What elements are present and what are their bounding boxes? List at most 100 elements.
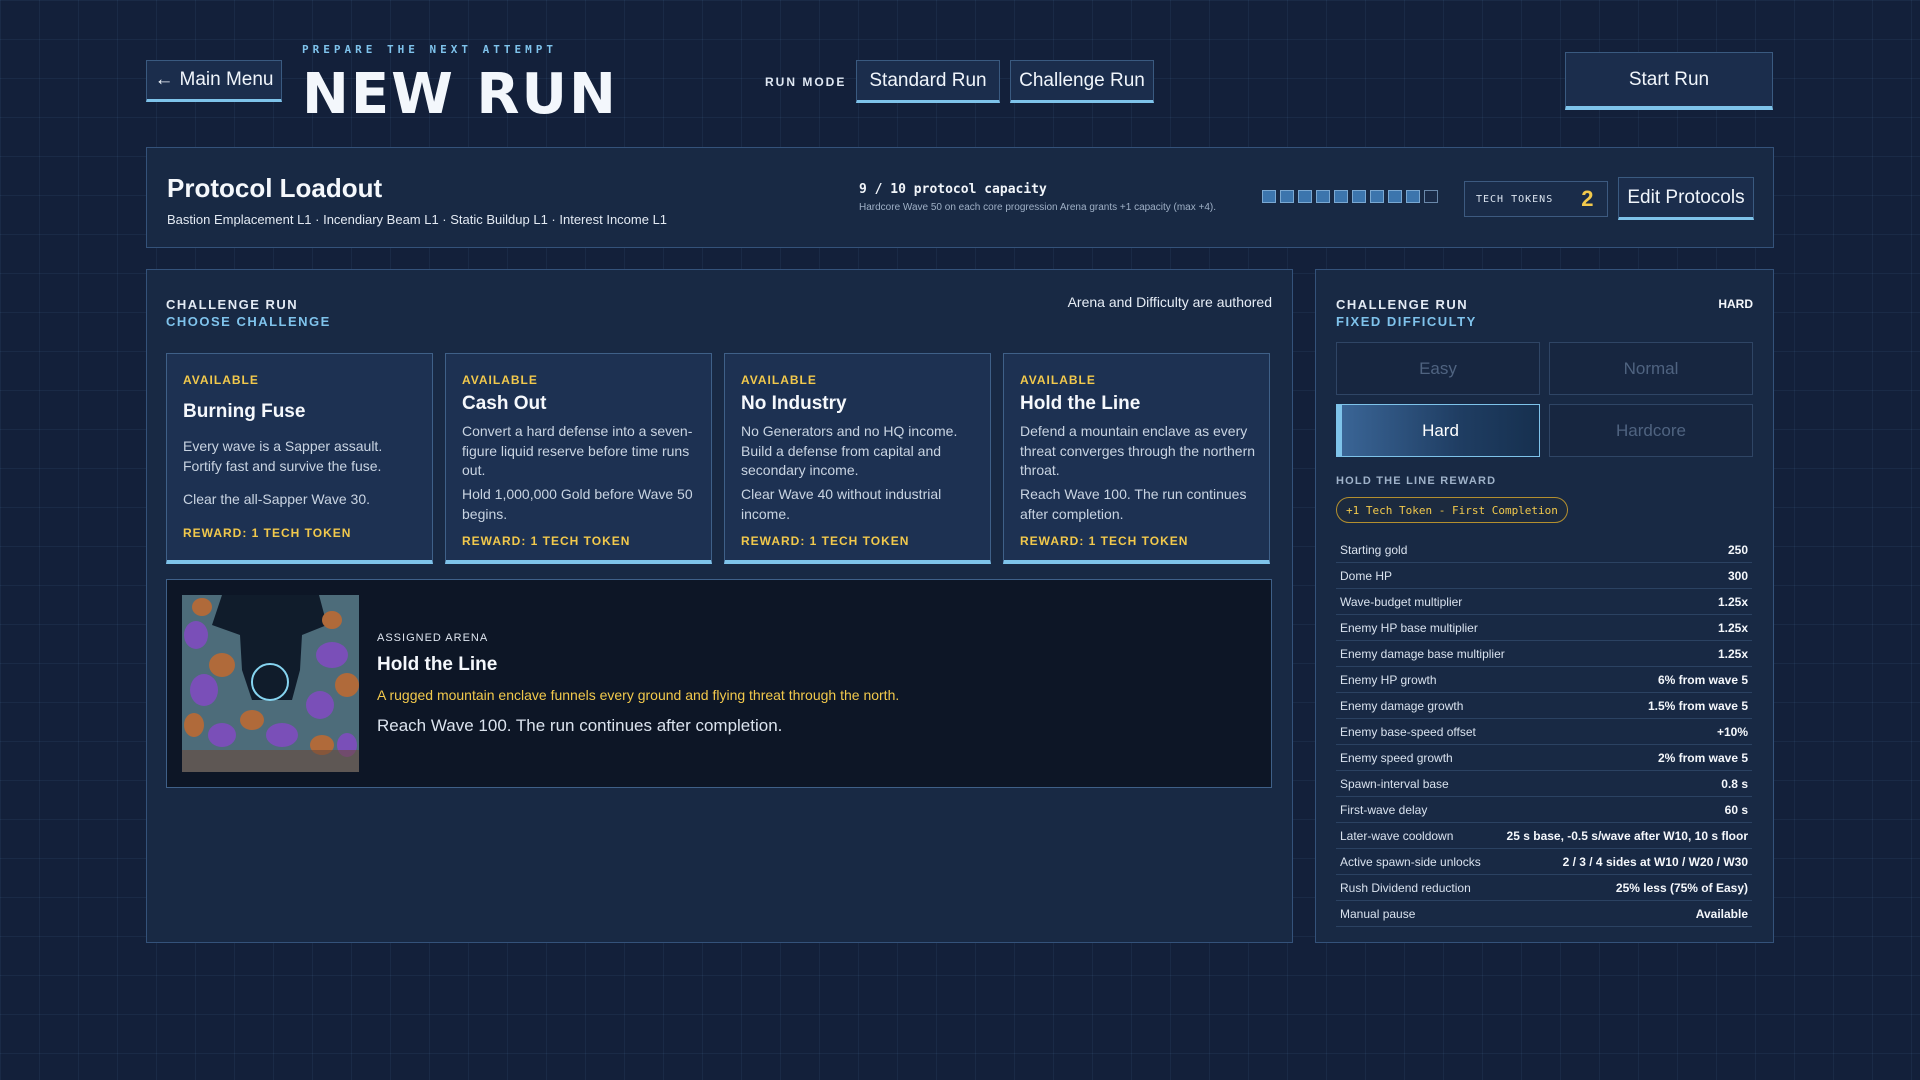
difficulty-easy-button[interactable]: Easy (1336, 342, 1540, 395)
stat-label: Rush Dividend reduction (1340, 880, 1471, 895)
assigned-arena-flavor: A rugged mountain enclave funnels every … (377, 687, 900, 703)
stat-value: 1.25x (1717, 646, 1748, 661)
card-status: AVAILABLE (462, 373, 538, 387)
challenge-section-label: CHALLENGE RUN (166, 297, 299, 312)
assigned-arena-goal: Reach Wave 100. The run continues after … (377, 716, 783, 735)
difficulty-hard-button[interactable]: Hard (1336, 404, 1540, 457)
stat-row: Spawn-interval base 0.8 s (1336, 771, 1752, 797)
choose-challenge-label: CHOOSE CHALLENGE (166, 314, 331, 329)
stat-value: 6% from wave 5 (1657, 672, 1748, 687)
stat-label: Enemy HP growth (1340, 672, 1437, 687)
card-description: No Generators and no HQ income. Build a … (741, 423, 958, 478)
fixed-difficulty-label: FIXED DIFFICULTY (1336, 314, 1477, 329)
page-kicker: PREPARE THE NEXT ATTEMPT (302, 43, 557, 56)
stat-row: Enemy damage base multiplier 1.25x (1336, 641, 1752, 667)
challenge-card-hold-the-line[interactable]: AVAILABLE Hold the Line Defend a mountai… (1003, 353, 1270, 564)
current-difficulty-badge: HARD (1718, 297, 1753, 311)
tech-tokens-value: 2 (1581, 186, 1594, 211)
capacity-pip (1388, 190, 1402, 203)
page-title: NEW RUN (302, 62, 618, 127)
capacity-pip-empty (1424, 190, 1438, 203)
card-status: AVAILABLE (1020, 373, 1096, 387)
challenge-card-burning-fuse[interactable]: AVAILABLE Burning Fuse Every wave is a S… (166, 353, 433, 564)
standard-run-button[interactable]: Standard Run (856, 60, 1000, 103)
stat-label: Enemy damage base multiplier (1340, 646, 1505, 661)
reward-section-label: HOLD THE LINE REWARD (1336, 475, 1497, 487)
stat-row: Rush Dividend reduction 25% less (75% of … (1336, 875, 1752, 901)
stat-row: Active spawn-side unlocks 2 / 3 / 4 sides… (1336, 849, 1752, 875)
capacity-meter (1262, 190, 1438, 203)
stat-value: 60 s (1724, 802, 1748, 817)
capacity-text: 9 / 10 protocol capacity (859, 182, 1047, 197)
arrow-left-icon: ← (154, 69, 174, 90)
stat-label: Dome HP (1340, 568, 1393, 583)
stat-row: Manual pause Available (1336, 901, 1752, 927)
stat-label: Wave-budget multiplier (1340, 594, 1463, 609)
stat-value: 2% from wave 5 (1657, 750, 1748, 765)
main-menu-button[interactable]: ← Main Menu (146, 60, 282, 102)
protocol-loadout-panel: Protocol Loadout Bastion Emplacement L1 … (146, 147, 1774, 248)
start-run-label: Start Run (1628, 68, 1710, 90)
card-reward: REWARD: 1 TECH TOKEN (741, 534, 910, 548)
loadout-protocol-list: Bastion Emplacement L1 · Incendiary Beam… (167, 212, 668, 227)
loadout-title: Protocol Loadout (167, 173, 383, 203)
stat-row: Enemy HP base multiplier 1.25x (1336, 615, 1752, 641)
capacity-pip (1298, 190, 1312, 203)
capacity-pip (1262, 190, 1276, 203)
challenge-run-label: Challenge Run (1019, 69, 1145, 91)
stat-label: Enemy damage growth (1340, 698, 1464, 713)
stat-row: First-wave delay 60 s (1336, 797, 1752, 823)
stat-row: Enemy damage growth 1.5% from wave 5 (1336, 693, 1752, 719)
difficulty-hardcore-button[interactable]: Hardcore (1549, 404, 1753, 457)
difficulty-normal-button[interactable]: Normal (1549, 342, 1753, 395)
stat-value: +10% (1716, 724, 1748, 739)
difficulty-normal-label: Normal (1623, 358, 1679, 378)
stat-label: First-wave delay (1340, 802, 1428, 817)
stat-row: Wave-budget multiplier 1.25x (1336, 589, 1752, 615)
standard-run-label: Standard Run (869, 69, 987, 91)
card-reward: REWARD: 1 TECH TOKEN (183, 526, 352, 540)
edit-protocols-label: Edit Protocols (1627, 186, 1745, 208)
start-run-button[interactable]: Start Run (1565, 52, 1773, 110)
stat-value: 1.25x (1717, 620, 1748, 635)
stat-value: 1.25x (1717, 594, 1748, 609)
card-goal: Reach Wave 100. The run continues after … (1020, 486, 1247, 522)
challenge-run-button[interactable]: Challenge Run (1010, 60, 1154, 103)
main-menu-label: Main Menu (179, 69, 274, 90)
capacity-pip (1352, 190, 1366, 203)
capacity-note: Hardcore Wave 50 on each core progressio… (859, 202, 1217, 213)
card-title: Cash Out (462, 393, 547, 414)
tech-tokens-label: TECH TOKENS (1476, 193, 1554, 205)
stat-label: Enemy HP base multiplier (1340, 620, 1478, 635)
card-title: Hold the Line (1020, 393, 1141, 414)
card-status: AVAILABLE (183, 373, 259, 387)
assigned-arena-panel: ASSIGNED ARENA Hold the Line A rugged mo… (166, 579, 1272, 788)
stat-row: Enemy speed growth 2% from wave 5 (1336, 745, 1752, 771)
stat-value: 2 / 3 / 4 sides at W10 / W20 / W30 (1562, 854, 1748, 869)
card-reward: REWARD: 1 TECH TOKEN (1020, 534, 1189, 548)
stat-label: Starting gold (1340, 542, 1408, 557)
card-reward: REWARD: 1 TECH TOKEN (462, 534, 631, 548)
stat-row: Starting gold 250 (1336, 537, 1752, 563)
card-description: Every wave is a Sapper assault. Fortify … (183, 438, 383, 474)
assigned-arena-label: ASSIGNED ARENA (377, 632, 489, 644)
run-mode-label: RUN MODE (765, 75, 847, 89)
stat-value: Available (1695, 906, 1748, 921)
edit-protocols-button[interactable]: Edit Protocols (1618, 177, 1754, 220)
card-status: AVAILABLE (741, 373, 817, 387)
card-description: Defend a mountain enclave as every threa… (1020, 423, 1256, 478)
card-goal: Hold 1,000,000 Gold before Wave 50 begin… (462, 486, 693, 522)
challenge-card-no-industry[interactable]: AVAILABLE No Industry No Generators and … (724, 353, 991, 564)
difficulty-hardcore-label: Hardcore (1616, 420, 1686, 440)
stat-row: Enemy HP growth 6% from wave 5 (1336, 667, 1752, 693)
stat-value: 25% less (75% of Easy) (1615, 880, 1748, 895)
stat-label: Manual pause (1340, 906, 1416, 921)
card-goal: Clear the all-Sapper Wave 30. (183, 491, 371, 507)
capacity-pip (1316, 190, 1330, 203)
difficulty-section-label: CHALLENGE RUN (1336, 297, 1469, 312)
difficulty-stats-table: Starting gold 250 Dome HP 300 Wave-budget mu… (1336, 537, 1752, 927)
authored-note: Arena and Difficulty are authored (1067, 294, 1272, 310)
difficulty-easy-label: Easy (1419, 358, 1457, 378)
challenge-card-cash-out[interactable]: AVAILABLE Cash Out Convert a hard defens… (445, 353, 712, 564)
reward-pill: +1 Tech Token - First Completion (1336, 497, 1568, 523)
